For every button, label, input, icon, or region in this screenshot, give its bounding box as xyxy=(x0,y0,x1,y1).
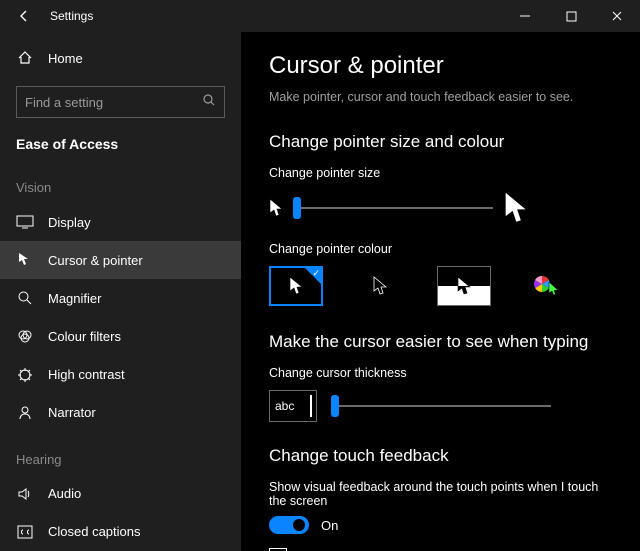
sidebar-item-audio[interactable]: Audio xyxy=(0,475,241,513)
search-input-wrap[interactable] xyxy=(16,86,225,118)
sidebar-home[interactable]: Home xyxy=(16,40,225,76)
pointer-size-slider[interactable] xyxy=(293,196,493,220)
touch-feedback-toggle[interactable] xyxy=(269,516,309,534)
display-icon xyxy=(16,213,34,231)
pointer-colour-label: Change pointer colour xyxy=(269,242,612,256)
search-icon xyxy=(202,93,216,112)
window-title: Settings xyxy=(50,9,93,23)
sidebar-item-label: Cursor & pointer xyxy=(48,253,143,268)
touch-toggle-desc: Show visual feedback around the touch po… xyxy=(269,480,612,508)
narrator-icon xyxy=(16,404,34,422)
pointer-min-icon xyxy=(269,198,283,218)
sidebar-item-closed-captions[interactable]: Closed captions xyxy=(0,513,241,551)
pointer-size-label: Change pointer size xyxy=(269,166,612,180)
audio-icon xyxy=(16,485,34,503)
section-cursor-typing: Make the cursor easier to see when typin… xyxy=(269,332,612,352)
sidebar-item-label: Colour filters xyxy=(48,329,121,344)
magnifier-icon xyxy=(16,289,34,307)
page-title: Cursor & pointer xyxy=(269,52,612,80)
sidebar-item-colour-filters[interactable]: Colour filters xyxy=(0,317,241,355)
section-touch-feedback: Change touch feedback xyxy=(269,446,612,466)
cursor-thickness-preview: abc xyxy=(269,390,317,422)
home-icon xyxy=(16,49,34,67)
sidebar-section-title: Ease of Access xyxy=(0,118,241,160)
cursor-pointer-icon xyxy=(16,251,34,269)
search-input[interactable] xyxy=(25,95,202,110)
main-content: Cursor & pointer Make pointer, cursor an… xyxy=(241,32,640,551)
pointer-max-icon xyxy=(503,190,529,226)
sidebar-group-vision: Vision xyxy=(0,160,241,203)
maximize-button[interactable] xyxy=(548,0,594,32)
close-button[interactable] xyxy=(594,0,640,32)
pointer-colour-white[interactable] xyxy=(269,266,323,306)
cursor-thickness-slider[interactable] xyxy=(331,394,551,418)
page-subtitle: Make pointer, cursor and touch feedback … xyxy=(269,90,612,104)
high-contrast-icon xyxy=(16,366,34,384)
pointer-colour-black[interactable] xyxy=(353,266,407,306)
sidebar-group-hearing: Hearing xyxy=(0,432,241,475)
pointer-colour-inverted[interactable] xyxy=(437,266,491,306)
sidebar-item-label: Narrator xyxy=(48,405,96,420)
sidebar-item-label: Closed captions xyxy=(48,524,141,539)
sidebar-item-magnifier[interactable]: Magnifier xyxy=(0,279,241,317)
sidebar-item-display[interactable]: Display xyxy=(0,203,241,241)
colour-filters-icon xyxy=(16,327,34,345)
back-button[interactable] xyxy=(0,9,48,23)
cursor-thickness-label: Change cursor thickness xyxy=(269,366,612,380)
minimize-button[interactable] xyxy=(502,0,548,32)
closed-captions-icon xyxy=(16,523,34,541)
sidebar-item-label: Display xyxy=(48,215,91,230)
sidebar: Home Ease of Access Vision Display Curso… xyxy=(0,32,241,551)
pointer-colour-custom[interactable] xyxy=(521,266,575,306)
sidebar-item-label: Audio xyxy=(48,486,81,501)
sidebar-item-narrator[interactable]: Narrator xyxy=(0,394,241,432)
section-size-colour: Change pointer size and colour xyxy=(269,132,612,152)
toggle-state-label: On xyxy=(321,518,338,533)
sidebar-item-high-contrast[interactable]: High contrast xyxy=(0,356,241,394)
sidebar-item-label: High contrast xyxy=(48,367,125,382)
sidebar-home-label: Home xyxy=(48,51,83,66)
sidebar-item-cursor-pointer[interactable]: Cursor & pointer xyxy=(0,241,241,279)
thickness-preview-text: abc xyxy=(275,399,294,413)
sidebar-item-label: Magnifier xyxy=(48,291,101,306)
